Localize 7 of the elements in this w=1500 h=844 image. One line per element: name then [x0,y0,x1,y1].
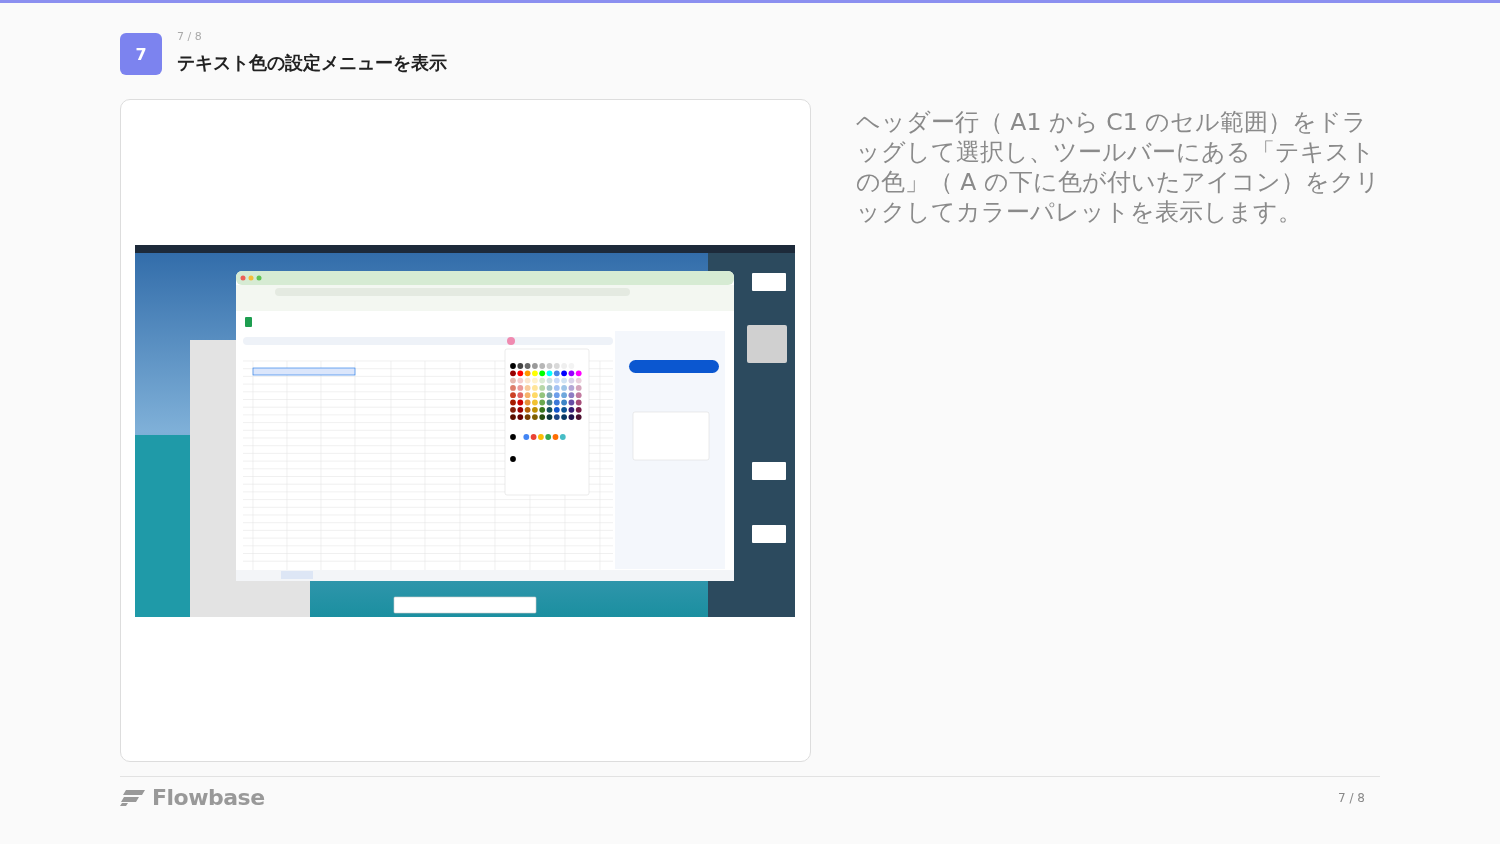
brand-name: Flowbase [152,785,265,810]
step-description: ヘッダー行（ A1 から C1 のセル範囲）をドラッグして選択し、ツールバーにある「テキストの色」（ A の下に色が付いたアイコン）をクリックしてカラーパレットを表示します。 [855,107,1380,228]
page-counter: 7 / 8 [1338,790,1365,805]
step-counter: 7 / 8 [177,30,203,43]
step-number: 7 [120,33,162,75]
step-title: テキスト色の設定メニューを表示 [177,51,447,75]
logo-icon [120,788,146,807]
